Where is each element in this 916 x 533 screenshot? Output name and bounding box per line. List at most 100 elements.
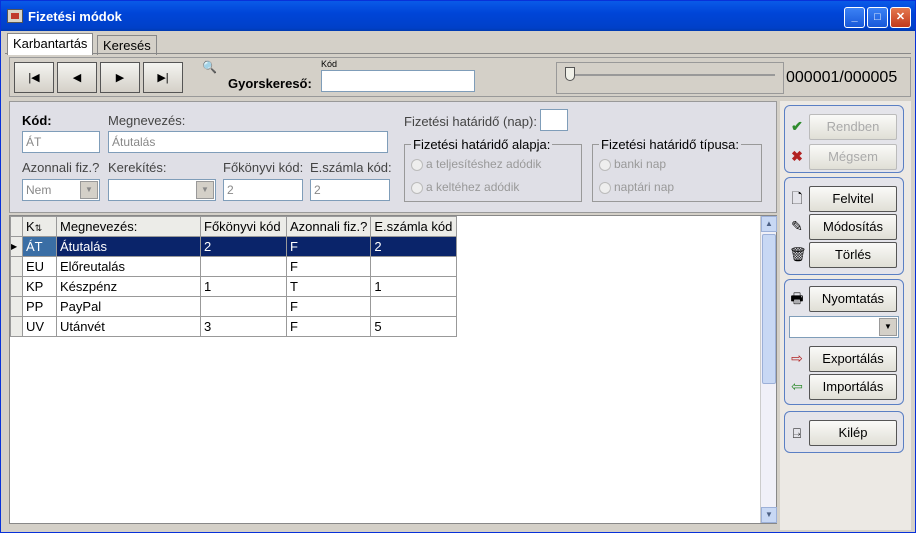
- cell-kod[interactable]: KP: [22, 276, 57, 297]
- cell-kod[interactable]: PP: [22, 296, 57, 317]
- table-row[interactable]: ▶ ÁT Átutalás 2 F 2: [10, 236, 458, 257]
- cell-fokonyvi[interactable]: 1: [200, 276, 287, 297]
- radio-teljesites[interactable]: a teljesítéshez adódik: [411, 157, 541, 171]
- table-row[interactable]: PP PayPal F: [10, 296, 458, 317]
- kod-field[interactable]: ÁT: [22, 131, 100, 153]
- quicksearch-label: Gyorskereső:: [228, 76, 312, 91]
- cell-eszamla[interactable]: 5: [370, 316, 458, 337]
- scroll-down-icon[interactable]: ▼: [761, 507, 777, 523]
- minimize-button[interactable]: _: [844, 7, 865, 28]
- data-table: K⇅ Megnevezés: Főkönyvi kód Azonnali fiz…: [10, 216, 458, 337]
- table-row[interactable]: UV Utánvét 3 F 5: [10, 316, 458, 337]
- tab-karbantartas[interactable]: Karbantartás: [7, 33, 94, 55]
- azonnali-select[interactable]: Nem ▼: [22, 179, 100, 201]
- vertical-scrollbar[interactable]: ▲ ▼: [760, 216, 777, 523]
- table-row[interactable]: KP Készpénz 1 T 1: [10, 276, 458, 297]
- record-slider[interactable]: [556, 62, 784, 94]
- cell-eszamla[interactable]: 1: [370, 276, 458, 297]
- cell-azonnali[interactable]: F: [285, 296, 372, 317]
- megnevezes-field[interactable]: Átutalás: [108, 131, 388, 153]
- cell-eszamla[interactable]: 2: [370, 236, 458, 257]
- cell-fokonyvi[interactable]: [200, 256, 287, 277]
- row-indicator[interactable]: [10, 316, 23, 337]
- print-button[interactable]: Nyomtatás: [809, 286, 897, 312]
- row-indicator[interactable]: ▶: [10, 236, 23, 257]
- row-indicator[interactable]: [10, 276, 23, 297]
- cell-kod[interactable]: ÁT: [22, 236, 57, 257]
- cancel-button[interactable]: Mégsem: [809, 144, 897, 170]
- io-group: 🖶 Nyomtatás ▼ ⇨ Exportálás ⇦ Importálás: [784, 279, 904, 405]
- maximize-button[interactable]: □: [867, 7, 888, 28]
- scroll-thumb[interactable]: [762, 234, 776, 384]
- magnifier-icon[interactable]: 🔍: [202, 60, 217, 74]
- kerekites-select[interactable]: ▼: [108, 179, 216, 201]
- cell-fokonyvi[interactable]: 2: [200, 236, 287, 257]
- radio-teljesites-label: a teljesítéshez adódik: [426, 157, 542, 171]
- cell-azonnali[interactable]: F: [285, 236, 372, 257]
- close-button[interactable]: ✕: [890, 7, 911, 28]
- radio-banki[interactable]: banki nap: [599, 157, 666, 171]
- quicksearch-caption: Kód: [321, 59, 338, 69]
- eszamla-field[interactable]: 2: [310, 179, 390, 201]
- slider-track: [567, 74, 775, 76]
- cell-eszamla[interactable]: [370, 296, 458, 317]
- last-record-button[interactable]: ▶|: [143, 62, 183, 93]
- chevron-down-icon[interactable]: ▼: [80, 181, 98, 199]
- exit-button[interactable]: Kilép: [809, 420, 897, 446]
- cell-azonnali[interactable]: T: [285, 276, 372, 297]
- cell-fokonyvi[interactable]: [200, 296, 287, 317]
- first-record-button[interactable]: |◀: [14, 62, 54, 93]
- cell-megnevezes[interactable]: PayPal: [56, 296, 201, 317]
- data-grid[interactable]: K⇅ Megnevezés: Főkönyvi kód Azonnali fiz…: [9, 215, 777, 524]
- exit-group: ⍈ Kilép: [784, 411, 904, 453]
- radio-kelte[interactable]: a keltéhez adódik: [411, 180, 519, 194]
- col-header-eszamla[interactable]: E.számla kód: [370, 216, 458, 237]
- cell-megnevezes[interactable]: Átutalás: [56, 236, 201, 257]
- col-header-azonnali[interactable]: Azonnali fiz.?: [285, 216, 372, 237]
- col-header-kod-label: K: [26, 219, 35, 234]
- import-icon: ⇦: [791, 378, 803, 394]
- check-icon: ✔: [791, 118, 803, 134]
- tab-kereses[interactable]: Keresés: [97, 35, 157, 55]
- scroll-up-icon[interactable]: ▲: [761, 216, 777, 232]
- cell-megnevezes[interactable]: Előreutalás: [56, 256, 201, 277]
- cell-kod[interactable]: UV: [22, 316, 57, 337]
- delete-button[interactable]: Törlés: [809, 242, 897, 268]
- cell-fokonyvi[interactable]: 3: [200, 316, 287, 337]
- table-row[interactable]: EU Előreutalás F: [10, 256, 458, 277]
- col-header-megnevezes[interactable]: Megnevezés:: [56, 216, 201, 237]
- tipusa-title: Fizetési határidő típusa:: [599, 137, 742, 152]
- col-header-fokonyvi[interactable]: Főkönyvi kód: [200, 216, 287, 237]
- edit-button[interactable]: Módosítás: [809, 214, 897, 240]
- row-indicator[interactable]: [10, 256, 23, 277]
- chevron-down-icon[interactable]: ▼: [196, 181, 214, 199]
- ok-button[interactable]: Rendben: [809, 114, 897, 140]
- import-button[interactable]: Importálás: [809, 374, 897, 400]
- tipusa-group: Fizetési határidő típusa: banki nap napt…: [592, 137, 762, 202]
- row-indicator[interactable]: [10, 296, 23, 317]
- new-button[interactable]: Felvitel: [809, 186, 897, 212]
- cell-azonnali[interactable]: F: [285, 316, 372, 337]
- title-bar[interactable]: Fizetési módok _ □ ✕: [1, 1, 915, 31]
- quicksearch-input[interactable]: [321, 70, 475, 92]
- record-counter: 000001/000005: [786, 69, 898, 86]
- radio-kelte-label: a keltéhez adódik: [426, 180, 520, 194]
- next-record-button[interactable]: ▶: [100, 62, 140, 93]
- prev-record-button[interactable]: ◀: [57, 62, 97, 93]
- print-select[interactable]: ▼: [789, 316, 899, 338]
- export-button[interactable]: Exportálás: [809, 346, 897, 372]
- radio-icon: [599, 181, 611, 194]
- delete-document-icon: 🗑: [789, 246, 807, 262]
- radio-naptari[interactable]: naptári nap: [599, 180, 674, 194]
- hatarido-field[interactable]: [540, 109, 568, 131]
- cell-azonnali[interactable]: F: [285, 256, 372, 277]
- chevron-down-icon[interactable]: ▼: [879, 318, 897, 336]
- slider-thumb[interactable]: [565, 67, 575, 81]
- cell-kod[interactable]: EU: [22, 256, 57, 277]
- navigation-panel: |◀ ◀ ▶ ▶| 🔍 Gyorskereső: Kód 000001/0000…: [9, 57, 911, 97]
- cell-megnevezes[interactable]: Utánvét: [56, 316, 201, 337]
- fokonyvi-field[interactable]: 2: [223, 179, 303, 201]
- cell-megnevezes[interactable]: Készpénz: [56, 276, 201, 297]
- col-header-kod[interactable]: K⇅: [22, 216, 57, 237]
- cell-eszamla[interactable]: [370, 256, 458, 277]
